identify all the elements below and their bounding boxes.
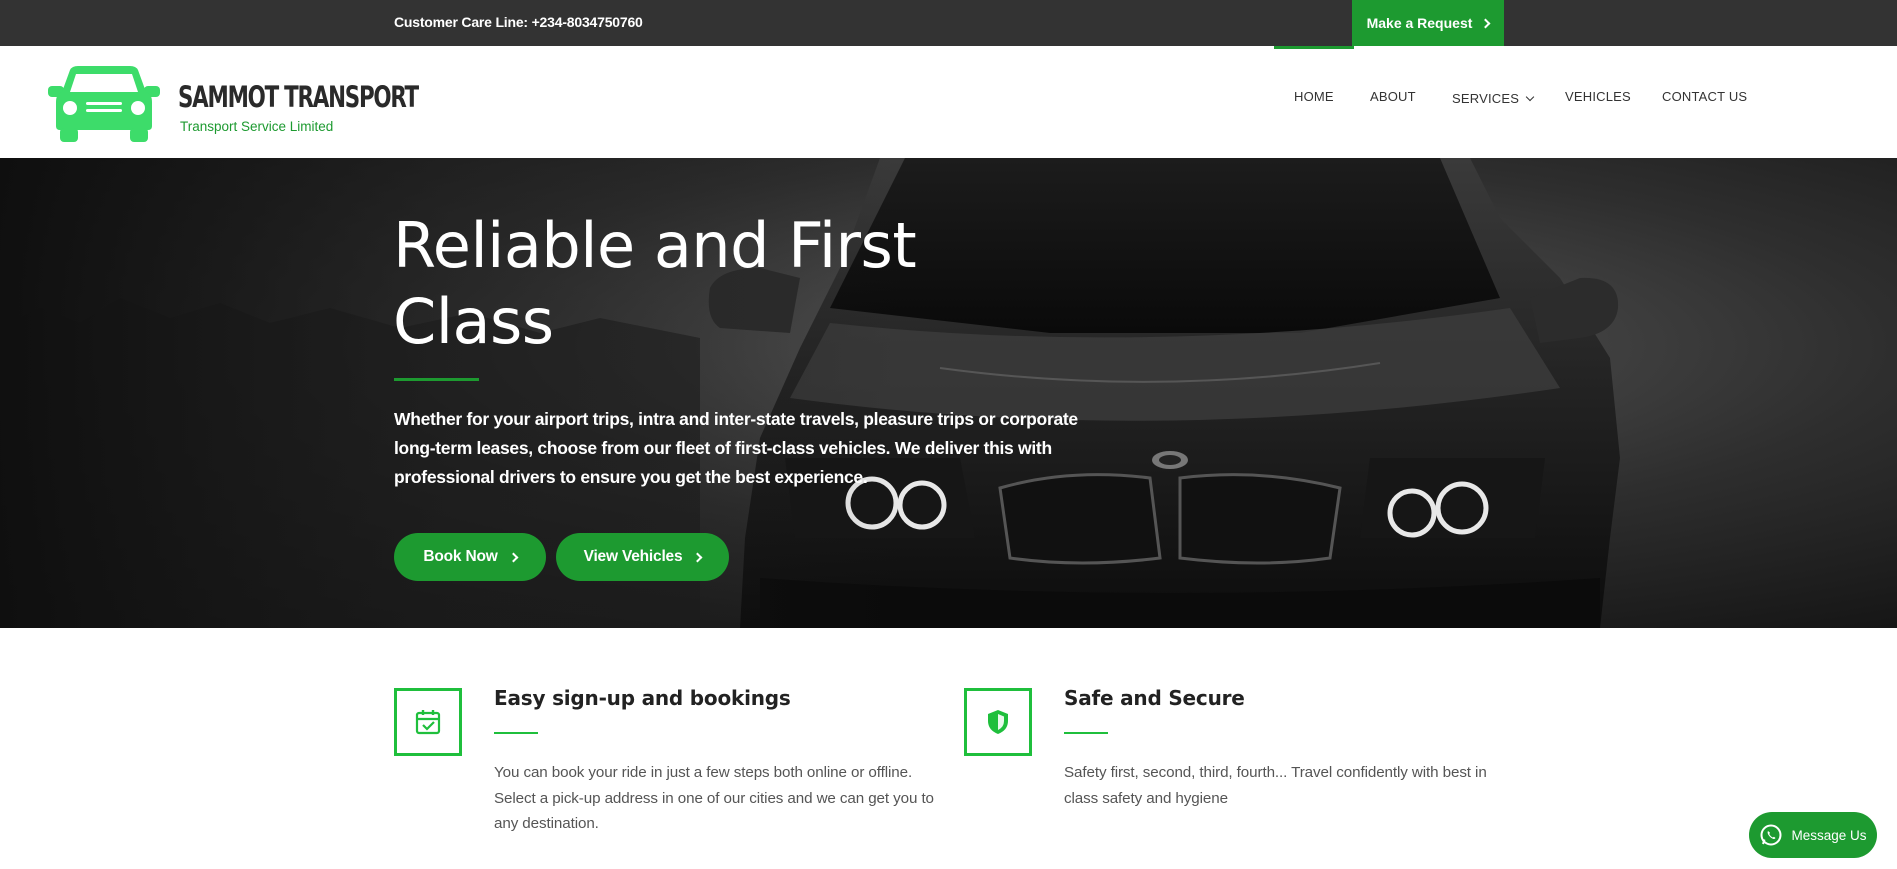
nav-item-about[interactable]: ABOUT bbox=[1370, 76, 1416, 116]
feature-text: You can book your ride in just a few ste… bbox=[494, 764, 934, 832]
nav-vehicles-label: VEHICLES bbox=[1565, 88, 1631, 104]
make-request-label: Make a Request bbox=[1366, 15, 1473, 31]
nav-item-services[interactable]: SERVICES bbox=[1452, 78, 1535, 118]
book-now-label: Book Now bbox=[423, 548, 498, 565]
hero-title: Reliable and First Class bbox=[393, 209, 917, 358]
nav-item-vehicles[interactable]: VEHICLES bbox=[1565, 76, 1631, 116]
feature-title: Easy sign-up and bookings bbox=[494, 686, 791, 710]
chevron-down-icon bbox=[1525, 92, 1535, 101]
chevron-right-icon bbox=[508, 552, 519, 562]
nav-about-label: ABOUT bbox=[1370, 88, 1416, 104]
nav-item-contact[interactable]: CONTACT US bbox=[1662, 76, 1747, 116]
feature-text: Safety first, second, third, fourth... T… bbox=[1064, 764, 1487, 807]
whatsapp-icon bbox=[1760, 824, 1782, 846]
feature-divider bbox=[1064, 732, 1108, 734]
site-header: SAMMOT TRANSPORT Transport Service Limit… bbox=[0, 46, 1897, 158]
feature-icon-box bbox=[394, 688, 462, 756]
chevron-right-icon bbox=[1480, 18, 1491, 28]
view-vehicles-button[interactable]: View Vehicles bbox=[556, 533, 729, 581]
nav-services-label: SERVICES bbox=[1452, 90, 1520, 106]
feature-divider bbox=[494, 732, 538, 734]
make-request-button[interactable]: Make a Request bbox=[1352, 0, 1504, 46]
main-nav: HOME ABOUT SERVICES VEHICLES CONTACT US bbox=[0, 46, 1897, 158]
nav-home-label: HOME bbox=[1294, 88, 1334, 104]
customer-care-line: Customer Care Line: +234-8034750760 bbox=[394, 14, 643, 30]
hero-description: Whether for your airport trips, intra an… bbox=[394, 409, 1078, 487]
calendar-check-icon bbox=[415, 710, 441, 735]
chevron-right-icon bbox=[692, 552, 703, 562]
nav-item-home[interactable]: HOME bbox=[1274, 46, 1354, 116]
message-us-label: Message Us bbox=[1791, 827, 1867, 843]
book-now-button[interactable]: Book Now bbox=[394, 533, 546, 581]
hero-banner: Reliable and First Class Whether for you… bbox=[0, 158, 1897, 628]
view-vehicles-label: View Vehicles bbox=[583, 548, 683, 565]
hero-divider bbox=[394, 378, 479, 381]
feature-title: Safe and Secure bbox=[1064, 686, 1245, 710]
nav-contact-label: CONTACT US bbox=[1662, 88, 1748, 104]
whatsapp-message-button[interactable]: Message Us bbox=[1749, 812, 1877, 858]
feature-icon-box bbox=[964, 688, 1032, 756]
top-bar: Customer Care Line: +234-8034750760 Make… bbox=[0, 0, 1897, 46]
shield-icon bbox=[988, 710, 1008, 734]
